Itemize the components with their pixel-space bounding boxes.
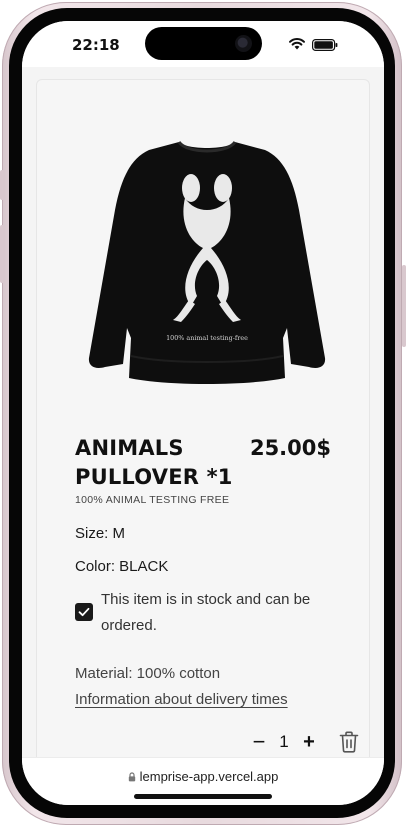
home-indicator[interactable] [134, 794, 272, 799]
lock-icon [128, 772, 135, 782]
status-bar: 22:18 [22, 21, 384, 67]
quantity-value: 1 [279, 732, 289, 751]
delivery-times-link[interactable]: Information about delivery times [75, 691, 288, 708]
decrease-quantity-button[interactable]: − [251, 730, 267, 754]
product-subtitle: 100% ANIMAL TESTING FREE [75, 494, 230, 506]
address-display: lemprise-app.vercel.app [22, 769, 384, 784]
product-title: ANIMALS PULLOVER *1 [75, 436, 233, 489]
increase-quantity-button[interactable]: + [301, 730, 317, 754]
check-icon [78, 607, 90, 617]
browser-address-bar[interactable]: lemprise-app.vercel.app [22, 757, 384, 805]
dynamic-island [145, 27, 262, 60]
front-camera [235, 35, 252, 52]
print-text: 100% animal testing-free [166, 334, 248, 342]
phone-side-button [402, 265, 406, 347]
product-size: Size: M [75, 525, 126, 542]
phone-screen: 22:18 100% animal testing-free ANIMALS P… [22, 21, 384, 805]
stock-checkbox[interactable] [75, 603, 93, 621]
trash-icon[interactable] [339, 731, 359, 753]
phone-side-button [0, 170, 4, 200]
product-material: Material: 100% cotton [75, 665, 221, 682]
product-image: 100% animal testing-free [88, 140, 326, 384]
cart-item-card: 100% animal testing-free ANIMALS PULLOVE… [36, 79, 370, 769]
product-price: 25.00$ [249, 436, 331, 460]
wifi-icon [289, 37, 305, 50]
page-content: 100% animal testing-free ANIMALS PULLOVE… [22, 67, 384, 769]
quantity-stepper: − 1 + [251, 730, 371, 754]
phone-side-button [0, 225, 4, 283]
stock-status-text: This item is in stock and can be ordered… [101, 591, 311, 634]
product-color: Color: BLACK [75, 558, 169, 575]
url-text: lemprise-app.vercel.app [139, 769, 279, 784]
status-time: 22:18 [72, 36, 120, 54]
battery-icon [312, 39, 338, 51]
